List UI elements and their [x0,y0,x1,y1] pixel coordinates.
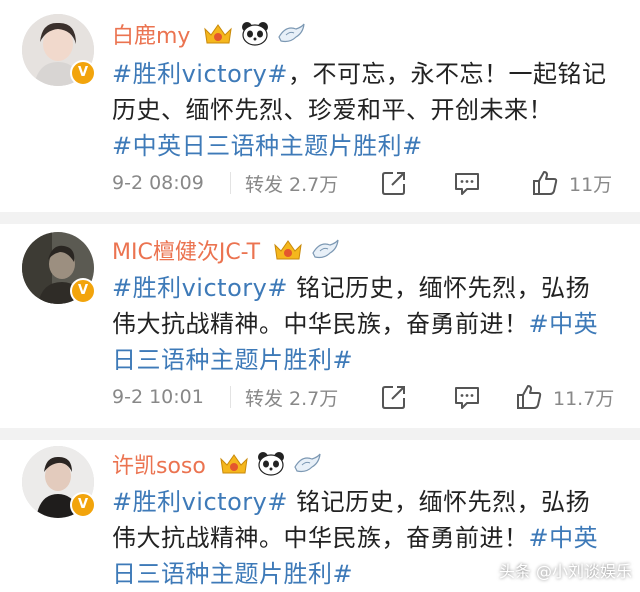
like-count[interactable]: 11.7万 [553,384,614,411]
bird-badge-icon[interactable] [292,451,322,477]
verified-badge: V [70,60,96,86]
comment-icon[interactable] [431,169,503,197]
separator [230,386,231,408]
share-icon[interactable] [365,383,423,411]
hashtag-link[interactable]: #胜利victory# [112,488,288,516]
post-divider [0,212,640,224]
post-text: #胜利victory#，不可忘，永不忘！一起铭记历史、缅怀先烈、珍爱和平、开创未… [112,56,612,164]
post-divider [0,428,640,440]
verified-badge: V [70,278,96,304]
panda-badge-icon[interactable] [240,21,270,47]
like-icon[interactable] [515,383,543,411]
share-icon[interactable] [365,169,423,197]
crown-badge-icon[interactable] [218,451,250,477]
hashtag-link[interactable]: #胜利victory# [112,274,288,302]
author-name[interactable]: 白鹿my [112,18,190,50]
post-time[interactable]: 9-2 10:01 [112,386,216,408]
author-name[interactable]: 许凯soso [112,448,206,480]
like-count[interactable]: 11万 [569,170,612,197]
panda-badge-icon[interactable] [256,451,286,477]
repost-count[interactable]: 转发 2.7万 [245,170,365,197]
bird-badge-icon[interactable] [276,21,306,47]
separator [230,172,231,194]
hashtag-link[interactable]: #胜利victory# [112,60,288,88]
post-2: V MIC檀健次JC-T #胜利victory# 铭记历史，缅怀先烈，弘扬伟大抗… [0,224,640,434]
post-text: #胜利victory# 铭记历史，缅怀先烈，弘扬伟大抗战精神。中华民族，奋勇前进… [112,270,612,378]
verified-badge: V [70,492,96,518]
action-bar: 9-2 08:09 转发 2.7万 11万 [112,168,632,198]
action-bar: 9-2 10:01 转发 2.7万 11.7万 [112,382,632,412]
post-1: V 白鹿my #胜利victory#，不可忘，永不忘！一起铭记历史、缅怀先烈、珍… [0,0,640,210]
repost-count[interactable]: 转发 2.7万 [245,384,365,411]
hashtag-link[interactable]: #中英日三语种主题片胜利# [112,132,423,160]
author-name[interactable]: MIC檀健次JC-T [112,234,260,266]
crown-badge-icon[interactable] [202,21,234,47]
crown-badge-icon[interactable] [272,237,304,263]
comment-icon[interactable] [431,383,503,411]
like-icon[interactable] [531,169,559,197]
post-time[interactable]: 9-2 08:09 [112,172,216,194]
watermark: 头条 @小刘谈娱乐 [498,562,632,581]
bird-badge-icon[interactable] [310,237,340,263]
